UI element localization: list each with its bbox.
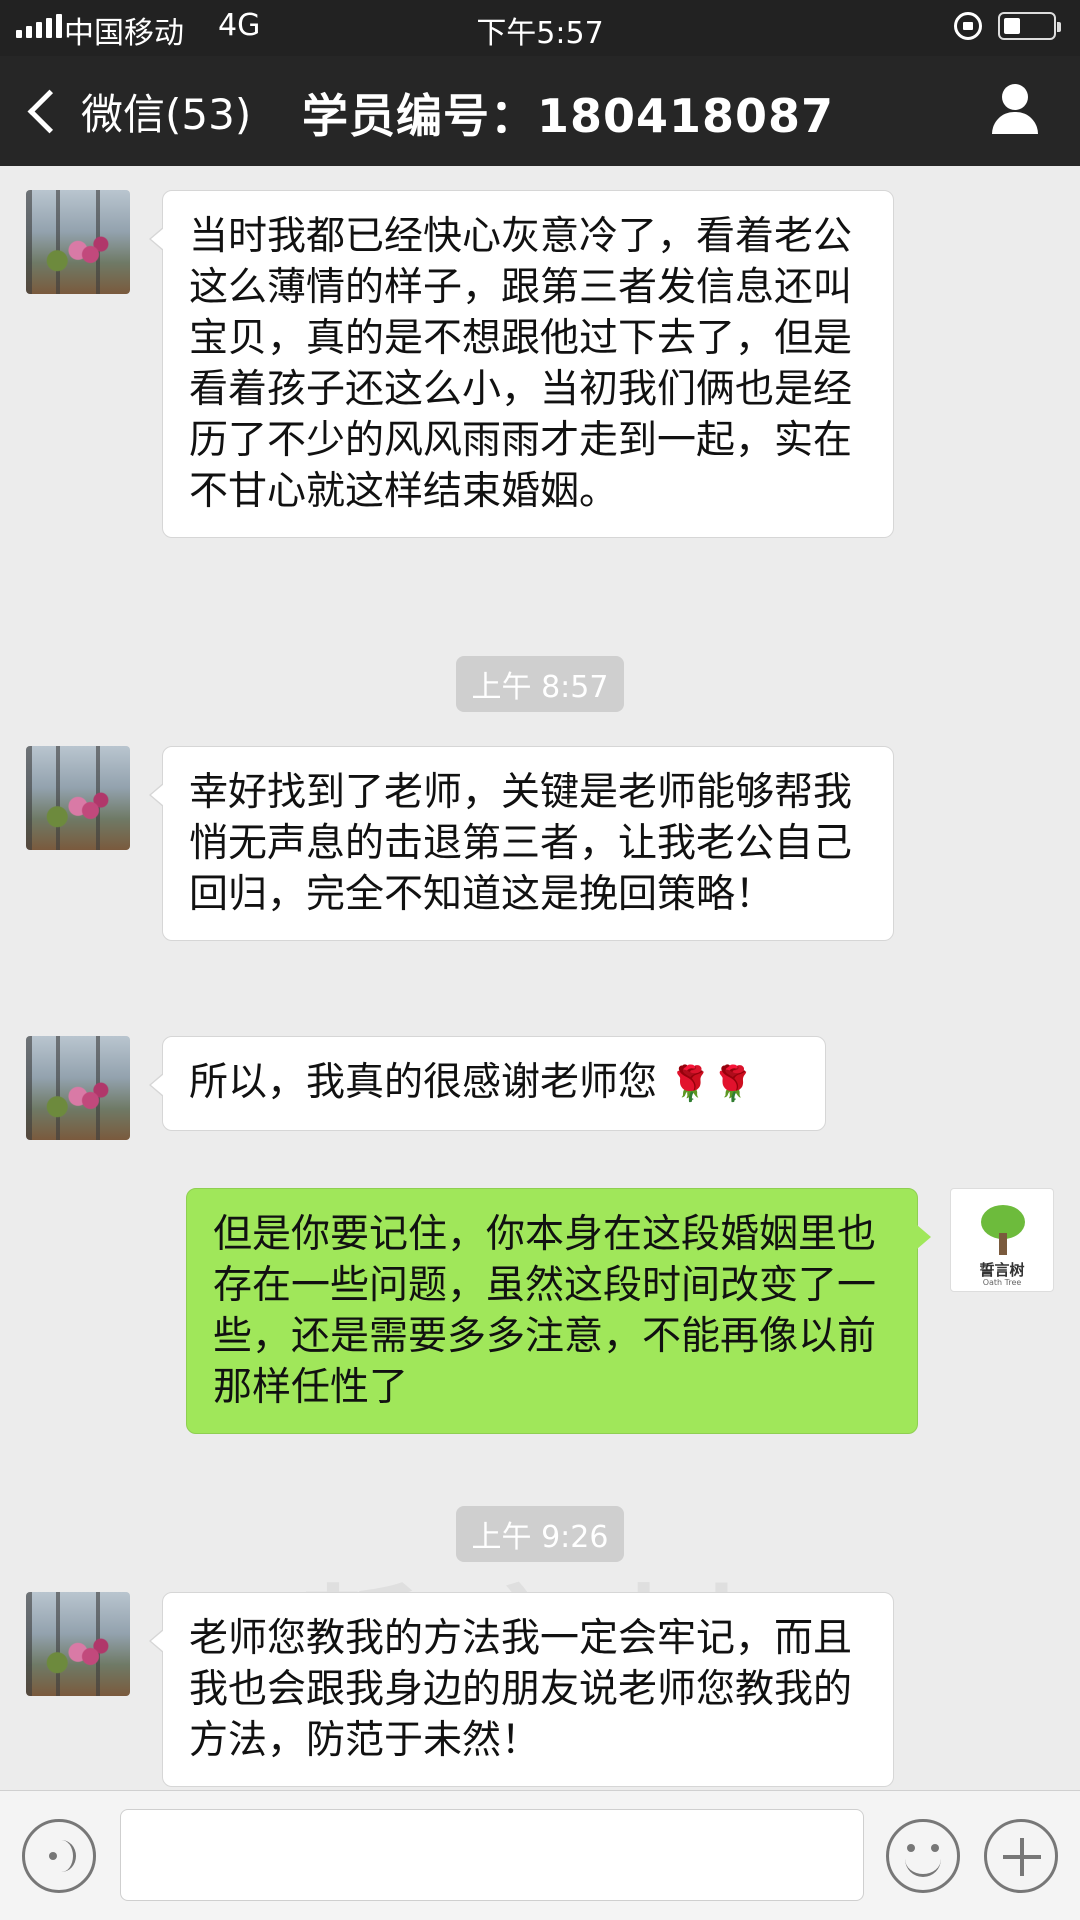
contact-avatar[interactable]: [26, 1592, 130, 1696]
message-text: 所以，我真的很感谢老师您: [189, 1060, 658, 1105]
contact-avatar[interactable]: [26, 190, 130, 294]
page-title: 学员编号：180418087: [302, 89, 835, 143]
chat-header: 微信(53) 学员编号：180418087: [0, 56, 1080, 166]
voice-input-button[interactable]: [22, 1819, 96, 1893]
back-button[interactable]: 微信(53): [22, 78, 251, 144]
rose-emoji: 🌹🌹: [669, 1064, 755, 1104]
emoji-button[interactable]: [886, 1819, 960, 1893]
more-actions-button[interactable]: [984, 1819, 1058, 1893]
brand-name: 誓言树: [979, 1261, 1025, 1279]
brand-subtitle: Oath Tree: [982, 1278, 1022, 1287]
message-list[interactable]: 誓言树 当时我都已经快心灰意冷了，看着老公这么薄情的样子，跟第三者发信息还叫宝贝…: [0, 166, 1080, 1790]
timestamp: 上午 9:26: [0, 1506, 1080, 1562]
contact-avatar[interactable]: [26, 746, 130, 850]
back-label: 微信(53): [81, 89, 252, 139]
chevron-left-icon: [27, 89, 72, 133]
rotation-lock-icon: [954, 12, 982, 40]
message-bubble-incoming[interactable]: 老师您教我的方法我一定会牢记，而且我也会跟我身边的朋友说老师您教我的方法，防范于…: [149, 1592, 894, 1787]
person-icon: [1002, 84, 1028, 110]
message-bubble-incoming[interactable]: 所以，我真的很感谢老师您 🌹🌹: [149, 1036, 826, 1131]
battery-icon: [998, 12, 1061, 40]
message-bubble-incoming[interactable]: 当时我都已经快心灰意冷了，看着老公这么薄情的样子，跟第三者发信息还叫宝贝，真的是…: [149, 190, 894, 538]
contact-avatar[interactable]: [26, 1036, 130, 1140]
chat-info-button[interactable]: [988, 82, 1044, 138]
message-input[interactable]: [120, 1809, 864, 1901]
my-avatar[interactable]: 誓言树 Oath Tree: [950, 1188, 1054, 1292]
clock: 下午5:57: [476, 16, 604, 51]
message-bubble-outgoing[interactable]: 但是你要记住，你本身在这段婚姻里也存在一些问题，虽然这段时间改变了一些，还是需要…: [186, 1188, 931, 1434]
input-bar: [0, 1790, 1080, 1920]
timestamp: 上午 8:57: [0, 656, 1080, 712]
status-bar: 中国移动 4G 下午5:57: [0, 0, 1080, 56]
message-bubble-incoming[interactable]: 幸好找到了老师，关键是老师能够帮我悄无声息的击退第三者，让我老公自己回归，完全不…: [149, 746, 894, 941]
